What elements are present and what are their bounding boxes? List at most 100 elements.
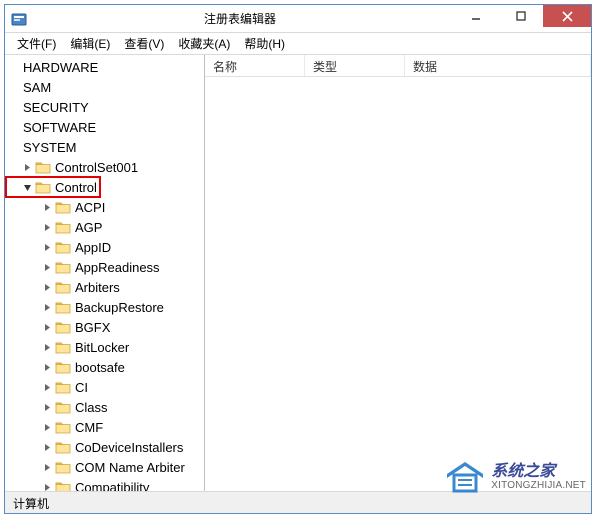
- expand-icon[interactable]: [41, 321, 53, 333]
- content-area: HARDWARE SAM SECURITY SOFTWARE SYSTEM Control…: [5, 55, 591, 491]
- tree-label: BGFX: [75, 320, 110, 335]
- tree-node-com-name-arbiter[interactable]: COM Name Arbiter: [7, 457, 204, 477]
- watermark-text-en: XITONGZHIJIA.NET: [491, 480, 586, 491]
- tree-label: Control: [55, 180, 97, 195]
- tree-label: CMF: [75, 420, 103, 435]
- status-path: 计算机: [13, 497, 49, 511]
- tree-node-bitlocker[interactable]: BitLocker: [7, 337, 204, 357]
- menu-file[interactable]: 文件(F): [11, 33, 62, 54]
- tree-node-compatibility[interactable]: Compatibility: [7, 477, 204, 491]
- tree-node-control[interactable]: Control: [7, 177, 204, 197]
- titlebar[interactable]: 注册表编辑器: [5, 5, 591, 33]
- expand-icon[interactable]: [41, 461, 53, 473]
- tree-node-ci[interactable]: CI: [7, 377, 204, 397]
- tree-label: CoDeviceInstallers: [75, 440, 183, 455]
- tree-label: SECURITY: [23, 100, 89, 115]
- watermark-text-cn: 系统之家: [491, 463, 586, 481]
- tree-label: Compatibility: [75, 480, 149, 492]
- regedit-window: 注册表编辑器 文件(F) 编辑(E) 查看(V) 收藏夹(A) 帮助(H) HA…: [4, 4, 592, 514]
- expand-icon[interactable]: [41, 261, 53, 273]
- col-type[interactable]: 类型: [305, 55, 405, 76]
- tree-node-bgfx[interactable]: BGFX: [7, 317, 204, 337]
- tree-label: SAM: [23, 80, 51, 95]
- folder-icon: [55, 420, 71, 434]
- folder-icon: [55, 460, 71, 474]
- folder-icon: [35, 180, 51, 194]
- tree-node-appreadiness[interactable]: AppReadiness: [7, 257, 204, 277]
- tree-node-codeviceinstallers[interactable]: CoDeviceInstallers: [7, 437, 204, 457]
- folder-icon: [55, 200, 71, 214]
- expand-icon[interactable]: [41, 441, 53, 453]
- expand-icon[interactable]: [41, 341, 53, 353]
- folder-icon: [55, 240, 71, 254]
- tree-node-arbiters[interactable]: Arbiters: [7, 277, 204, 297]
- folder-icon: [55, 220, 71, 234]
- col-name[interactable]: 名称: [205, 55, 305, 76]
- folder-icon: [55, 260, 71, 274]
- expander-spacer: [9, 61, 21, 73]
- tree-node-acpi[interactable]: ACPI: [7, 197, 204, 217]
- folder-icon: [55, 300, 71, 314]
- window-title: 注册表编辑器: [27, 10, 453, 27]
- folder-icon: [55, 400, 71, 414]
- folder-icon: [55, 380, 71, 394]
- tree-label: AppReadiness: [75, 260, 160, 275]
- values-header: 名称 类型 数据: [205, 55, 591, 77]
- tree-label: SYSTEM: [23, 140, 76, 155]
- collapse-icon[interactable]: [21, 181, 33, 193]
- values-list[interactable]: [205, 77, 591, 491]
- tree-root-sam[interactable]: SAM: [7, 77, 204, 97]
- tree-label: CI: [75, 380, 88, 395]
- tree-label: SOFTWARE: [23, 120, 96, 135]
- tree-root-security[interactable]: SECURITY: [7, 97, 204, 117]
- tree-node-controlset001[interactable]: ControlSet001: [7, 157, 204, 177]
- expand-icon[interactable]: [41, 381, 53, 393]
- tree-label: AGP: [75, 220, 102, 235]
- tree-node-backuprestore[interactable]: BackupRestore: [7, 297, 204, 317]
- folder-icon: [55, 340, 71, 354]
- tree-root-system[interactable]: SYSTEM: [7, 137, 204, 157]
- expand-icon[interactable]: [41, 481, 53, 491]
- menu-help[interactable]: 帮助(H): [238, 33, 291, 54]
- col-data[interactable]: 数据: [405, 55, 591, 76]
- menu-favorites[interactable]: 收藏夹(A): [172, 33, 236, 54]
- tree-node-appid[interactable]: AppID: [7, 237, 204, 257]
- tree-node-bootsafe[interactable]: bootsafe: [7, 357, 204, 377]
- expand-icon[interactable]: [41, 361, 53, 373]
- tree-label: Arbiters: [75, 280, 120, 295]
- tree-root-software[interactable]: SOFTWARE: [7, 117, 204, 137]
- expand-icon[interactable]: [41, 281, 53, 293]
- tree-label: bootsafe: [75, 360, 125, 375]
- expand-icon[interactable]: [21, 161, 33, 173]
- expander-spacer: [9, 101, 21, 113]
- folder-icon: [55, 440, 71, 454]
- close-button[interactable]: [543, 5, 591, 27]
- values-panel: 名称 类型 数据: [205, 55, 591, 491]
- expand-icon[interactable]: [41, 401, 53, 413]
- tree-node-class[interactable]: Class: [7, 397, 204, 417]
- tree-root-hardware[interactable]: HARDWARE: [7, 57, 204, 77]
- tree-label: HARDWARE: [23, 60, 98, 75]
- expand-icon[interactable]: [41, 421, 53, 433]
- folder-icon: [35, 160, 51, 174]
- tree-node-agp[interactable]: AGP: [7, 217, 204, 237]
- menu-view[interactable]: 查看(V): [118, 33, 170, 54]
- menu-edit[interactable]: 编辑(E): [64, 33, 116, 54]
- watermark-logo-icon: [445, 460, 485, 494]
- tree-panel[interactable]: HARDWARE SAM SECURITY SOFTWARE SYSTEM Control…: [5, 55, 205, 491]
- expand-icon[interactable]: [41, 201, 53, 213]
- tree-label: Class: [75, 400, 108, 415]
- folder-icon: [55, 280, 71, 294]
- tree-label: AppID: [75, 240, 111, 255]
- minimize-button[interactable]: [453, 5, 498, 27]
- tree-label: BackupRestore: [75, 300, 164, 315]
- watermark: 系统之家 XITONGZHIJIA.NET: [445, 460, 586, 494]
- expand-icon[interactable]: [41, 301, 53, 313]
- maximize-button[interactable]: [498, 5, 543, 27]
- expander-spacer: [9, 141, 21, 153]
- tree-node-cmf[interactable]: CMF: [7, 417, 204, 437]
- tree-label: ControlSet001: [55, 160, 138, 175]
- tree-label: ACPI: [75, 200, 105, 215]
- expand-icon[interactable]: [41, 221, 53, 233]
- expand-icon[interactable]: [41, 241, 53, 253]
